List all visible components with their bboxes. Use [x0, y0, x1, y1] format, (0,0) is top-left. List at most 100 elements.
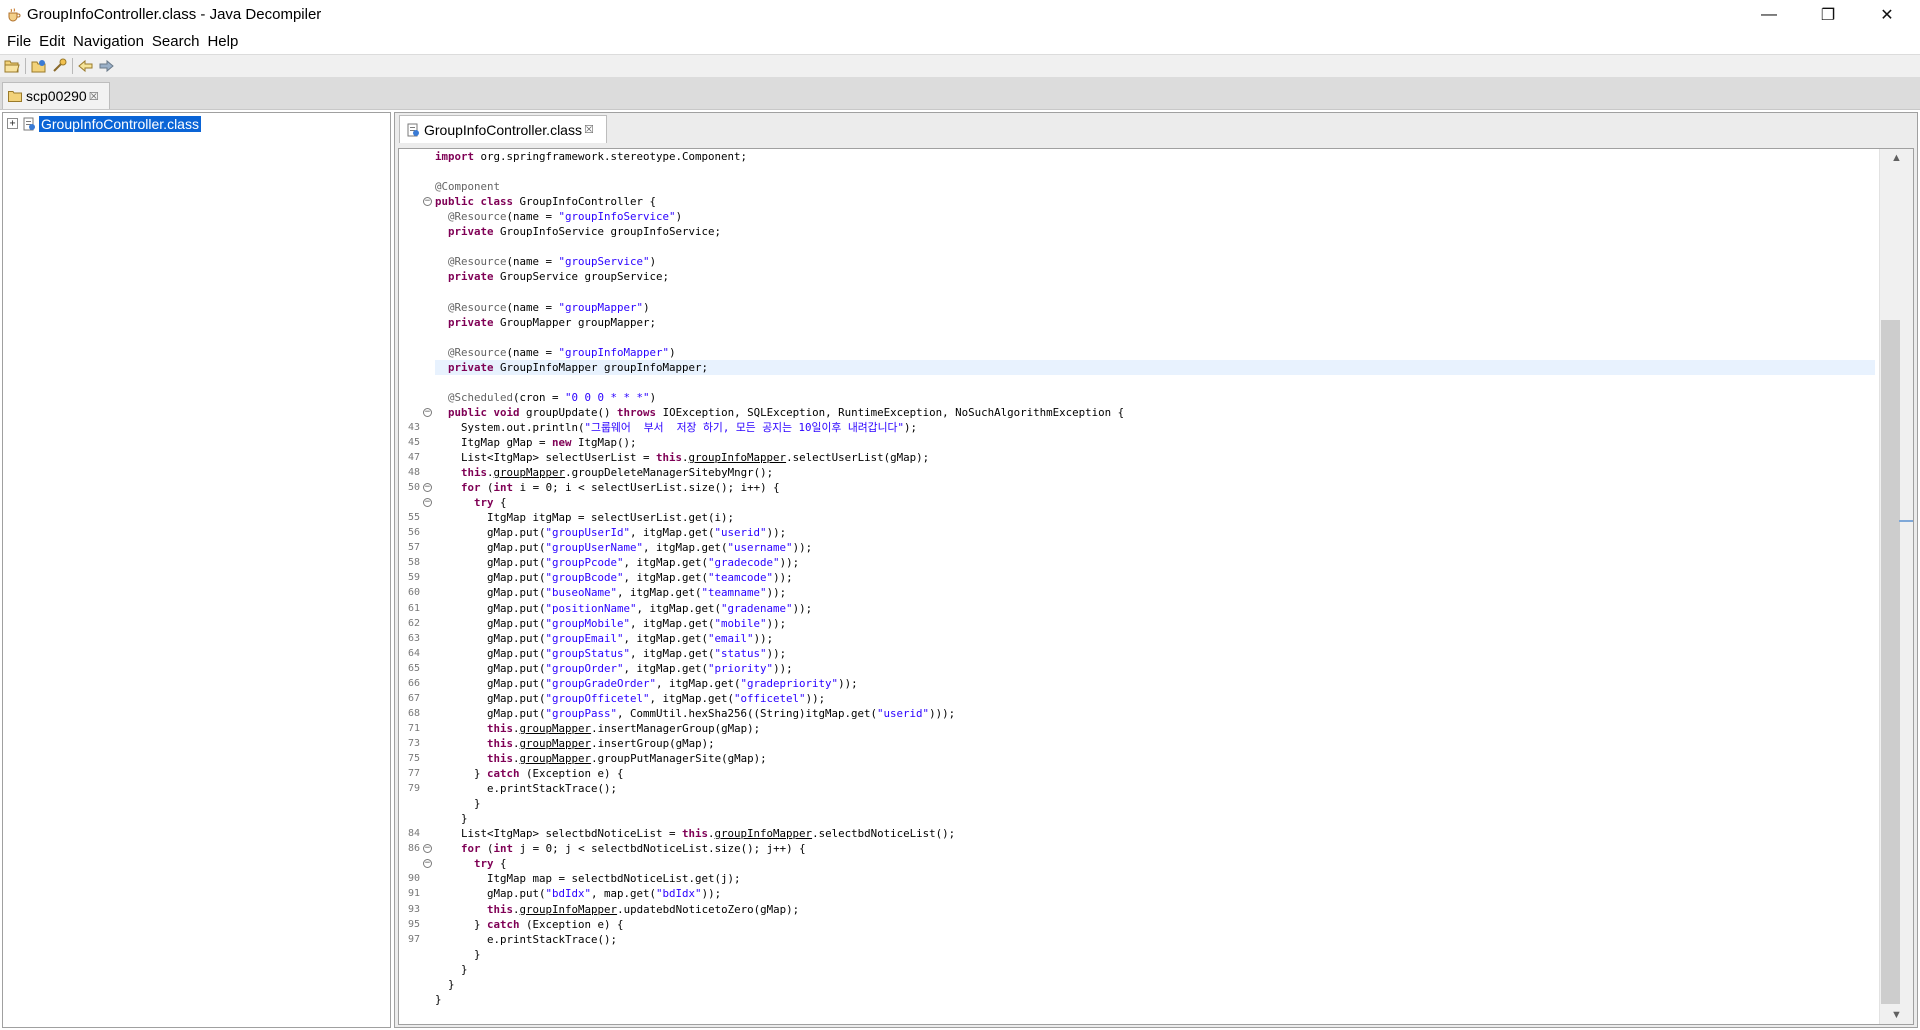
code-line[interactable]: } [435, 796, 1875, 811]
line-number: 64 [407, 647, 420, 659]
code-line[interactable]: gMap.put("groupUserName", itgMap.get("us… [435, 540, 1875, 555]
menu-search[interactable]: Search [149, 30, 205, 54]
scrollbar-thumb[interactable] [1881, 320, 1900, 1004]
code-line[interactable]: gMap.put("groupOrder", itgMap.get("prior… [435, 661, 1875, 676]
line-number: 68 [407, 707, 420, 719]
code-line[interactable]: gMap.put("groupPcode", itgMap.get("grade… [435, 555, 1875, 570]
code-line[interactable]: public void groupUpdate() throws IOExcep… [435, 405, 1875, 420]
code-line[interactable]: } [435, 962, 1875, 977]
code-line[interactable]: for (int i = 0; i < selectUserList.size(… [435, 480, 1875, 495]
code-line[interactable]: try { [435, 495, 1875, 510]
code-line[interactable]: } catch (Exception e) { [435, 766, 1875, 781]
open-file-button[interactable] [2, 56, 22, 76]
code-line[interactable]: gMap.put("bdIdx", map.get("bdIdx")); [435, 886, 1875, 901]
code-line[interactable]: @Resource(name = "groupMapper") [435, 300, 1875, 315]
code-line[interactable]: ItgMap gMap = new ItgMap(); [435, 435, 1875, 450]
vertical-scrollbar[interactable]: ▲ ▼ [1879, 149, 1913, 1024]
code-line[interactable]: @Resource(name = "groupService") [435, 254, 1875, 269]
code-line[interactable]: List<ItgMap> selectbdNoticeList = this.g… [435, 826, 1875, 841]
archive-tab-close-icon[interactable]: ☒ [89, 90, 99, 103]
scroll-up-icon[interactable]: ▲ [1880, 149, 1913, 167]
code-line[interactable]: System.out.println("그룹웨어 부서 저장 하기, 모든 공지… [435, 420, 1875, 435]
fold-collapse-icon[interactable]: − [423, 197, 432, 207]
fold-collapse-icon[interactable]: − [423, 483, 432, 493]
fold-collapse-icon[interactable]: − [423, 859, 432, 869]
code-line[interactable]: e.printStackTrace(); [435, 932, 1875, 947]
code-line[interactable]: this.groupMapper.groupDeleteManagerSiteb… [435, 465, 1875, 480]
code-line[interactable]: private GroupInfoMapper groupInfoMapper; [435, 359, 1875, 375]
code-line[interactable]: } [435, 947, 1875, 962]
maximize-button[interactable]: ❐ [1799, 0, 1857, 30]
code-line[interactable]: List<ItgMap> selectUserList = this.group… [435, 450, 1875, 465]
code-line[interactable]: this.groupMapper.insertGroup(gMap); [435, 736, 1875, 751]
archive-tab[interactable]: scp00290 ☒ [2, 82, 110, 109]
code-line[interactable]: } [435, 977, 1875, 992]
code-line[interactable]: gMap.put("groupBcode", itgMap.get("teamc… [435, 570, 1875, 585]
code-line[interactable]: gMap.put("groupUserId", itgMap.get("user… [435, 525, 1875, 540]
line-number: 48 [407, 467, 420, 479]
code-line[interactable]: } [435, 992, 1875, 1007]
open-type-button[interactable] [29, 56, 49, 76]
code-line[interactable]: } catch (Exception e) { [435, 917, 1875, 932]
code-line[interactable]: gMap.put("groupMobile", itgMap.get("mobi… [435, 616, 1875, 631]
code-line[interactable]: gMap.put("groupPass", CommUtil.hexSha256… [435, 706, 1875, 721]
code-line[interactable]: e.printStackTrace(); [435, 781, 1875, 796]
editor-tab-close-icon[interactable]: ☒ [584, 123, 594, 136]
code-line[interactable]: @Scheduled(cron = "0 0 0 * * *") [435, 390, 1875, 405]
editor-tab[interactable]: GroupInfoController.class ☒ [399, 115, 607, 143]
editor-tab-label: GroupInfoController.class [424, 121, 582, 138]
code-editor[interactable]: − −43 45 47 48 50− −55 56 57 58 59 60 61 62 63 64 65 66 67… [398, 148, 1914, 1025]
fold-collapse-icon[interactable]: − [423, 407, 432, 417]
code-line[interactable]: private GroupService groupService; [435, 269, 1875, 284]
code-line[interactable]: @Component [435, 179, 1875, 194]
code-line[interactable] [435, 239, 1875, 254]
menu-navigation[interactable]: Navigation [70, 30, 149, 54]
menu-file[interactable]: File [4, 30, 36, 54]
code-line[interactable]: private GroupInfoService groupInfoServic… [435, 224, 1875, 239]
code-line[interactable]: @Resource(name = "groupInfoMapper") [435, 345, 1875, 360]
fold-collapse-icon[interactable]: − [423, 498, 432, 508]
code-line[interactable]: this.groupMapper.groupPutManagerSite(gMa… [435, 751, 1875, 766]
line-number: 84 [407, 828, 420, 840]
fold-collapse-icon[interactable]: − [423, 844, 432, 854]
code-line[interactable] [435, 330, 1875, 345]
scroll-down-icon[interactable]: ▼ [1880, 1006, 1913, 1024]
type-hierarchy-button[interactable] [49, 56, 69, 76]
code-line[interactable]: private GroupMapper groupMapper; [435, 315, 1875, 330]
line-number: 60 [407, 587, 420, 599]
menu-help[interactable]: Help [204, 30, 243, 54]
code-line[interactable]: gMap.put("positionName", itgMap.get("gra… [435, 601, 1875, 616]
code-line[interactable]: gMap.put("buseoName", itgMap.get("teamna… [435, 585, 1875, 600]
code-line[interactable] [435, 284, 1875, 299]
code-line[interactable]: try { [435, 856, 1875, 871]
line-number: 56 [407, 527, 420, 539]
menu-edit[interactable]: Edit [36, 30, 70, 54]
code-line[interactable] [435, 164, 1875, 179]
code-line[interactable]: public class GroupInfoController { [435, 194, 1875, 209]
code-line[interactable]: ItgMap map = selectbdNoticeList.get(j); [435, 871, 1875, 886]
back-icon [78, 59, 93, 73]
tree-item[interactable]: + GroupInfoController.class [7, 115, 201, 132]
code-line[interactable]: gMap.put("groupGradeOrder", itgMap.get("… [435, 676, 1875, 691]
code-line[interactable]: this.groupMapper.insertManagerGroup(gMap… [435, 721, 1875, 736]
code-line[interactable]: import org.springframework.stereotype.Co… [435, 149, 1875, 164]
back-button[interactable] [76, 56, 96, 76]
archive-tab-strip: scp00290 ☒ [0, 78, 1920, 110]
code-line[interactable]: @Resource(name = "groupInfoService") [435, 209, 1875, 224]
forward-button[interactable] [96, 56, 116, 76]
minimize-button[interactable]: — [1740, 0, 1798, 30]
code-line[interactable]: gMap.put("groupStatus", itgMap.get("stat… [435, 646, 1875, 661]
code-line[interactable]: this.groupInfoMapper.updatebdNoticetoZer… [435, 902, 1875, 917]
tree-item-label[interactable]: GroupInfoController.class [39, 115, 201, 132]
code-line[interactable]: gMap.put("groupEmail", itgMap.get("email… [435, 631, 1875, 646]
line-number: 97 [407, 933, 420, 945]
code-line[interactable]: } [435, 811, 1875, 826]
code-line[interactable]: gMap.put("groupOfficetel", itgMap.get("o… [435, 691, 1875, 706]
expand-icon[interactable]: + [7, 118, 18, 129]
editor-panel: GroupInfoController.class ☒ − −43 45 47 48 50… [394, 112, 1918, 1028]
code-line[interactable]: for (int j = 0; j < selectbdNoticeList.s… [435, 841, 1875, 856]
code-line[interactable] [435, 375, 1875, 390]
coffee-cup-icon [8, 8, 21, 22]
close-button[interactable]: ✕ [1858, 0, 1916, 30]
code-line[interactable]: ItgMap itgMap = selectUserList.get(i); [435, 510, 1875, 525]
